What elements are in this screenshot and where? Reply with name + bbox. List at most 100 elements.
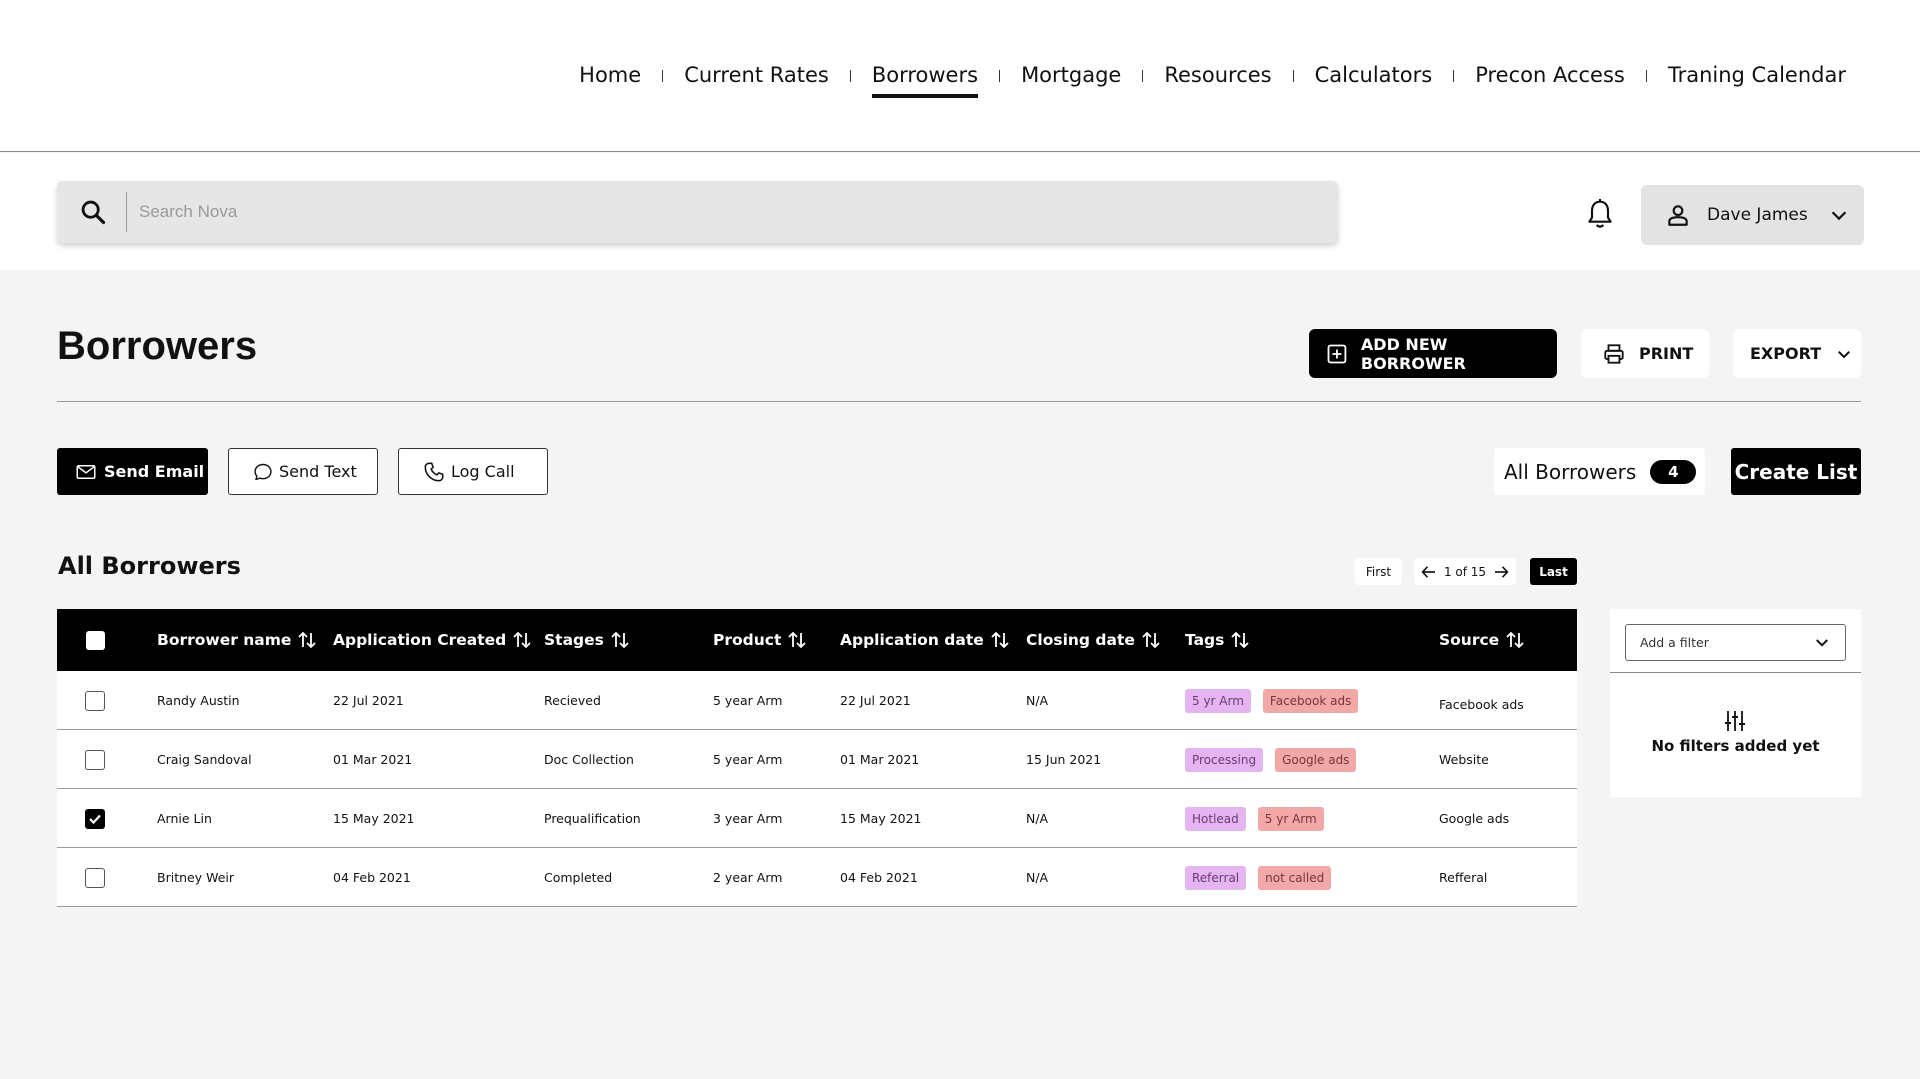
column-header-borrower-name[interactable]: Borrower name <box>157 609 317 671</box>
closing-date-cell: N/A <box>1026 870 1049 885</box>
search-icon[interactable] <box>59 192 127 232</box>
sort-icon[interactable] <box>787 631 807 649</box>
send-text-button[interactable]: Send Text <box>228 448 378 495</box>
source-cell: Refferal <box>1439 870 1488 885</box>
sort-icon[interactable] <box>610 631 630 649</box>
search-bar[interactable] <box>57 181 1338 243</box>
borrower-name-cell[interactable]: Arnie Lin <box>157 789 212 848</box>
column-header-source[interactable]: Source <box>1439 609 1525 671</box>
mail-icon <box>76 464 96 479</box>
column-header-tags[interactable]: Tags <box>1185 609 1250 671</box>
user-icon <box>1668 205 1688 226</box>
export-dropdown[interactable]: EXPORT <box>1733 329 1861 378</box>
tag-badge[interactable]: Hotlead <box>1185 806 1246 831</box>
borrowers-table: Borrower name Application Created Stages… <box>57 609 1577 907</box>
sort-icon[interactable] <box>297 631 317 649</box>
add-new-borrower-label: ADD NEW BORROWER <box>1360 334 1466 373</box>
tag-badge[interactable]: 5 yr Arm <box>1257 806 1324 831</box>
pagination-first-button[interactable]: First <box>1355 558 1402 585</box>
row-checkbox-cell <box>85 848 105 907</box>
product-cell: 5 year Arm <box>713 752 783 767</box>
column-header-closing-date[interactable]: Closing date <box>1026 609 1161 671</box>
print-button[interactable]: PRINT <box>1581 329 1709 378</box>
tags-cell: Processing Google ads <box>1185 730 1368 789</box>
arrow-right-icon[interactable] <box>1492 563 1510 581</box>
nav-item-precon-access[interactable]: Precon Access <box>1475 62 1625 98</box>
borrower-name-cell[interactable]: Britney Weir <box>157 848 234 907</box>
column-header-application-created[interactable]: Application Created <box>333 609 532 671</box>
table-row[interactable]: Arnie Lin 15 May 2021 Prequalification 3… <box>57 789 1577 848</box>
column-label: Tags <box>1185 631 1225 649</box>
log-call-label: Log Call <box>451 462 515 481</box>
column-header-stages[interactable]: Stages <box>544 609 630 671</box>
pagination-last-button[interactable]: Last <box>1530 558 1577 585</box>
stage-cell: Completed <box>544 870 613 885</box>
source-cell: Google ads <box>1439 811 1510 826</box>
table-row[interactable]: Randy Austin 22 Jul 2021 Recieved 5 year… <box>57 671 1577 730</box>
tag-badge[interactable]: Facebook ads <box>1262 688 1359 713</box>
row-checkbox-cell <box>85 671 105 730</box>
list-selector[interactable]: All Borrowers 4 <box>1494 448 1705 495</box>
search-input[interactable] <box>139 202 1039 222</box>
nav-item-current-rates[interactable]: Current Rates <box>684 62 829 98</box>
row-checkbox[interactable] <box>85 690 105 711</box>
nav-separator <box>1292 70 1294 82</box>
column-label: Source <box>1439 631 1500 649</box>
create-list-button[interactable]: Create List <box>1731 448 1861 495</box>
user-menu[interactable]: Dave James <box>1641 185 1864 245</box>
application-date-cell: 22 Jul 2021 <box>840 693 911 708</box>
send-email-button[interactable]: Send Email <box>57 448 208 495</box>
tag-badge[interactable]: 5 yr Arm <box>1185 688 1251 713</box>
sort-icon[interactable] <box>512 631 532 649</box>
row-checkbox[interactable] <box>85 808 105 829</box>
tag-badge[interactable]: Google ads <box>1275 747 1357 772</box>
column-label: Product <box>713 631 782 649</box>
column-label: Application Created <box>333 631 507 649</box>
pagination-controls: 1 of 15 <box>1414 558 1516 585</box>
add-filter-dropdown[interactable]: Add a filter <box>1625 624 1846 661</box>
tag-badge[interactable]: Processing <box>1185 747 1264 772</box>
add-new-borrower-button[interactable]: ADD NEW BORROWER <box>1309 329 1557 378</box>
list-count-badge: 4 <box>1650 459 1697 484</box>
tag-badge[interactable]: Referral <box>1185 865 1247 890</box>
nav-item-mortgage[interactable]: Mortgage <box>1021 62 1121 98</box>
log-call-button[interactable]: Log Call <box>398 448 548 495</box>
row-checkbox[interactable] <box>85 749 105 770</box>
table-title: All Borrowers <box>58 552 241 580</box>
closing-date-cell: N/A <box>1026 693 1049 708</box>
table-row[interactable]: Britney Weir 04 Feb 2021 Completed 2 yea… <box>57 848 1577 907</box>
nav-item-resources[interactable]: Resources <box>1164 62 1271 98</box>
column-label: Stages <box>544 631 604 649</box>
column-header-product[interactable]: Product <box>713 609 807 671</box>
bell-icon[interactable] <box>1584 197 1620 237</box>
nav-item-training-calendar[interactable]: Traning Calendar <box>1668 62 1846 98</box>
nav-item-borrowers[interactable]: Borrowers <box>871 62 979 98</box>
nav-separator <box>849 70 851 82</box>
sort-icon[interactable] <box>1141 631 1161 649</box>
sort-icon[interactable] <box>990 631 1010 649</box>
chevron-down-icon <box>1816 638 1828 647</box>
top-navigation-bar: Home Current Rates Borrowers Mortgage Re… <box>0 0 1920 152</box>
row-checkbox[interactable] <box>85 867 105 888</box>
sort-icon[interactable] <box>1230 631 1250 649</box>
nav-item-calculators[interactable]: Calculators <box>1315 62 1433 98</box>
application-date-cell: 01 Mar 2021 <box>840 752 920 767</box>
column-label: Borrower name <box>157 631 292 649</box>
borrower-name-cell[interactable]: Craig Sandoval <box>157 730 252 789</box>
application-created-cell: 04 Feb 2021 <box>333 870 411 885</box>
print-label: PRINT <box>1639 344 1694 363</box>
tag-badge[interactable]: not called <box>1258 865 1332 890</box>
table-row[interactable]: Craig Sandoval 01 Mar 2021 Doc Collectio… <box>57 730 1577 789</box>
application-created-cell: 01 Mar 2021 <box>333 752 413 767</box>
search-header: Dave James <box>0 153 1920 270</box>
page-title: Borrowers <box>57 324 258 368</box>
sort-icon[interactable] <box>1505 631 1525 649</box>
nav-item-home[interactable]: Home <box>579 62 641 98</box>
application-date-cell: 04 Feb 2021 <box>840 870 918 885</box>
column-header-application-date[interactable]: Application date <box>840 609 1010 671</box>
borrower-name-cell[interactable]: Randy Austin <box>157 671 240 730</box>
select-all-checkbox[interactable] <box>86 630 105 650</box>
arrow-left-icon[interactable] <box>1420 563 1438 581</box>
closing-date-cell: N/A <box>1026 811 1049 826</box>
nav-separator <box>1453 70 1455 82</box>
